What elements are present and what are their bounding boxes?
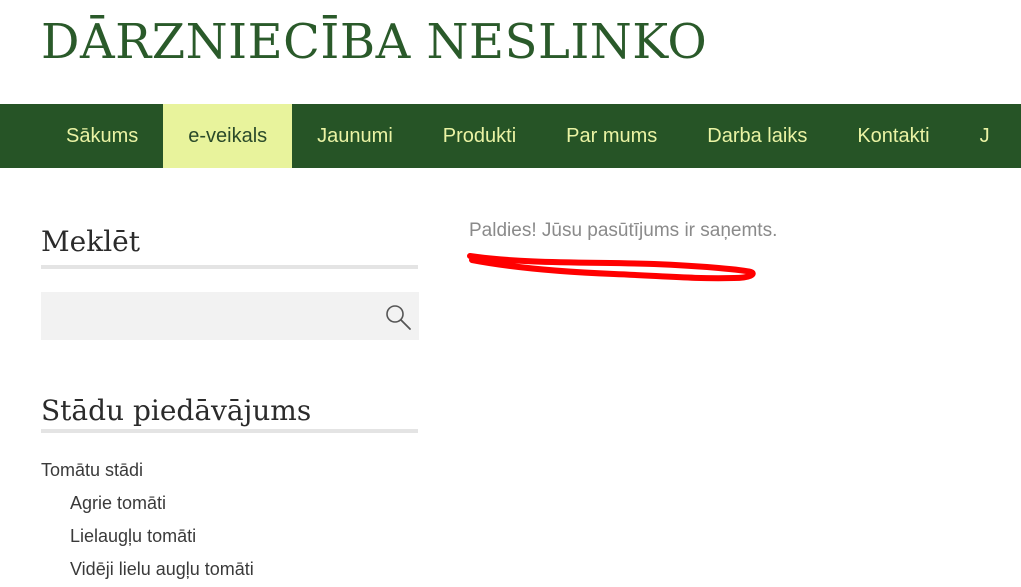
nav-item-kontakti[interactable]: Kontakti — [832, 104, 954, 168]
search-box — [41, 292, 419, 340]
category-lielauglu-tomati[interactable]: Lielaugļu tomāti — [41, 521, 254, 554]
main-navigation: Sākums e-veikals Jaunumi Produkti Par mu… — [0, 104, 1021, 168]
nav-item-produkti[interactable]: Produkti — [418, 104, 541, 168]
nav-item-truncated[interactable]: J — [955, 104, 1015, 168]
red-underline-annotation — [467, 253, 756, 282]
nav-item-par-mums[interactable]: Par mums — [541, 104, 682, 168]
plant-offer-title: Stādu piedāvājums — [41, 393, 418, 433]
category-tomatu-stadi[interactable]: Tomātu stādi — [41, 455, 254, 488]
category-videji-lielu-auglu-tomati[interactable]: Vidēji lielu augļu tomāti — [41, 554, 254, 587]
search-input[interactable] — [41, 292, 371, 340]
nav-list: Sākums e-veikals Jaunumi Produkti Par mu… — [41, 104, 1015, 168]
search-icon[interactable] — [380, 302, 414, 332]
nav-item-jaunumi[interactable]: Jaunumi — [292, 104, 418, 168]
nav-item-sakums[interactable]: Sākums — [41, 104, 163, 168]
category-list: Tomātu stādi Agrie tomāti Lielaugļu tomā… — [41, 455, 254, 587]
site-title[interactable]: DĀRZNIECĪBA NESLINKO — [41, 12, 707, 72]
search-widget-title: Meklēt — [41, 224, 418, 269]
category-agrie-tomati[interactable]: Agrie tomāti — [41, 488, 254, 521]
nav-item-e-veikals[interactable]: e-veikals — [163, 104, 293, 168]
nav-item-darba-laiks[interactable]: Darba laiks — [682, 104, 832, 168]
order-confirmation-message: Paldies! Jūsu pasūtījums ir saņemts. — [469, 220, 778, 241]
